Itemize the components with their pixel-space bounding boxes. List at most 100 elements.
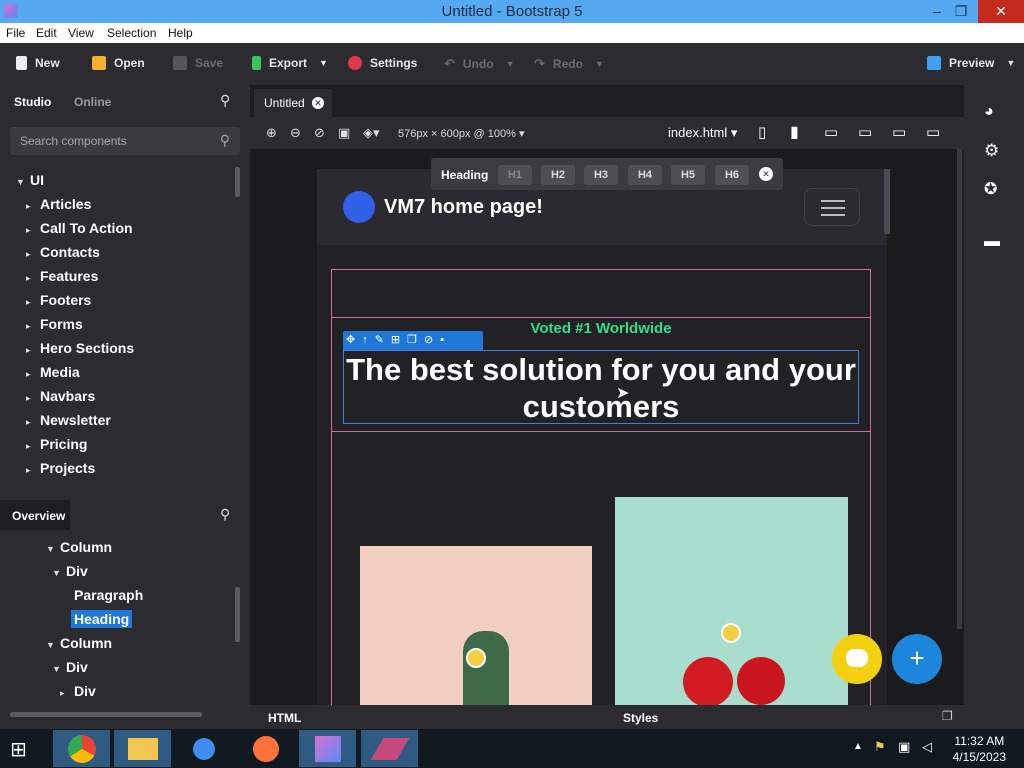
components-scrollbar[interactable]	[235, 167, 240, 197]
desktop-view-icon[interactable]: ▭	[892, 123, 906, 141]
h2-button[interactable]: H2	[541, 165, 575, 185]
save-button[interactable]: Save	[173, 56, 223, 70]
search-icon[interactable]: ⚲	[220, 506, 230, 523]
tree-root-ui[interactable]: ▼ UI	[16, 172, 44, 188]
laptop-view-icon[interactable]: ▭	[858, 123, 872, 141]
feather-task[interactable]	[361, 730, 418, 767]
tablet-landscape-icon[interactable]: ▭	[824, 123, 838, 141]
tab-untitled[interactable]: Untitled ✕	[254, 89, 332, 117]
chrome-task[interactable]	[53, 730, 110, 767]
mobile-view-icon[interactable]: ▯	[758, 123, 766, 141]
flag-icon[interactable]: ⚑	[874, 739, 886, 755]
tablet-view-icon[interactable]: ▮	[790, 122, 799, 142]
overview-node[interactable]: ▼ Column	[46, 635, 112, 651]
tree-item[interactable]: ▸ Forms	[26, 316, 83, 332]
restore-button[interactable]: ❐	[944, 0, 978, 23]
overview-node[interactable]: Paragraph	[74, 587, 143, 603]
settings-button[interactable]: Settings	[348, 56, 417, 70]
bootstrap-studio-task[interactable]	[299, 730, 356, 767]
horizontal-scrollbar[interactable]	[10, 712, 202, 717]
styles-tab[interactable]: Styles	[623, 711, 658, 725]
tray-chevron-icon[interactable]: ▲	[853, 741, 863, 752]
overview-scrollbar[interactable]	[235, 587, 240, 642]
headline[interactable]: The best solution for you and your custo…	[343, 350, 859, 424]
search-icon[interactable]: ⚲	[220, 92, 230, 109]
tree-item[interactable]: ▸ Media	[26, 364, 80, 380]
tree-item[interactable]: ▸ Hero Sections	[26, 340, 134, 356]
firefox-task[interactable]	[237, 730, 294, 767]
layers-icon[interactable]: ◈▾	[363, 125, 380, 141]
gear-icon[interactable]: ⚙	[984, 141, 1002, 160]
page-select[interactable]: index.html ▾	[668, 125, 737, 141]
h1-button[interactable]: H1	[498, 165, 532, 185]
overview-node[interactable]: ▸ Div	[60, 683, 96, 699]
canvas-scrollbar[interactable]	[884, 169, 890, 234]
tree-item[interactable]: ▸ Articles	[26, 196, 91, 212]
app-task[interactable]	[175, 730, 232, 767]
tree-item[interactable]: ▸ Projects	[26, 460, 95, 476]
tree-item[interactable]: ▸ Footers	[26, 292, 91, 308]
add-button[interactable]: +	[892, 634, 942, 684]
file-icon	[16, 56, 27, 70]
volume-icon[interactable]: ◁	[922, 739, 932, 755]
tree-item[interactable]: ▸ Call To Action	[26, 220, 133, 236]
section-outline[interactable]	[331, 269, 871, 318]
menu-view[interactable]: View	[68, 26, 94, 40]
close-tab-icon[interactable]: ✕	[312, 97, 324, 109]
redo-button[interactable]: ↷ Redo ▼	[534, 56, 604, 72]
h3-button[interactable]: H3	[584, 165, 618, 185]
windows-start-icon[interactable]: ⊞	[10, 737, 27, 762]
export-button[interactable]: Export ▼	[252, 56, 328, 70]
cactus-image[interactable]	[360, 546, 592, 705]
expand-icon[interactable]: ❐	[942, 709, 953, 723]
menu-selection[interactable]: Selection	[107, 26, 156, 40]
html-tab[interactable]: HTML	[268, 711, 301, 725]
overview-node[interactable]: ▼ Div	[52, 659, 88, 675]
canvas-size-label[interactable]: 576px × 600px @ 100% ▾	[398, 127, 524, 140]
overview-node[interactable]: ▼ Div	[52, 563, 88, 579]
canvas-scrollbar[interactable]	[957, 149, 962, 629]
network-icon[interactable]: ▣	[898, 739, 910, 755]
tree-item[interactable]: ▸ Features	[26, 268, 98, 284]
star-icon[interactable]: ✪	[984, 179, 1002, 198]
h4-button[interactable]: H4	[628, 165, 662, 185]
undo-button[interactable]: ↶ Undo ▼	[444, 56, 514, 72]
cherries-image[interactable]	[615, 497, 848, 705]
zoom-out-icon[interactable]: ⊖	[290, 125, 301, 141]
open-button[interactable]: Open	[92, 56, 145, 70]
new-button[interactable]: New	[16, 56, 60, 70]
folder-icon[interactable]: ▬	[984, 233, 1002, 251]
chat-button[interactable]	[832, 634, 882, 684]
h6-button[interactable]: H6	[715, 165, 749, 185]
close-button[interactable]: ✕	[978, 0, 1024, 23]
component-search-input[interactable]: Search components ⚲	[10, 127, 240, 155]
navbar-toggler[interactable]	[804, 188, 860, 226]
clock[interactable]: 11:32 AM 4/15/2023	[953, 733, 1006, 765]
save-icon	[173, 56, 187, 70]
hotspot-dot[interactable]	[466, 648, 486, 668]
element-actions[interactable]: ✥↑✎⊞❐⊘▪	[346, 333, 451, 346]
main-toolbar: New Open Save Export ▼ Settings ↶ Undo ▼ ↷…	[0, 43, 1024, 85]
preview-button[interactable]: Preview ▼	[927, 56, 1015, 70]
tree-item[interactable]: ▸ Newsletter	[26, 412, 111, 428]
tree-item[interactable]: ▸ Pricing	[26, 436, 87, 452]
h5-button[interactable]: H5	[671, 165, 705, 185]
redo-icon: ↷	[534, 56, 545, 71]
menu-edit[interactable]: Edit	[36, 26, 57, 40]
hotspot-dot[interactable]	[721, 623, 741, 643]
menu-help[interactable]: Help	[168, 26, 193, 40]
tab-studio[interactable]: Studio	[14, 95, 51, 109]
overview-node-selected[interactable]: Heading	[71, 610, 133, 628]
tab-online[interactable]: Online	[74, 95, 111, 109]
explorer-task[interactable]	[114, 730, 171, 767]
fit-icon[interactable]: ▣	[338, 125, 350, 141]
menu-file[interactable]: File	[6, 26, 25, 40]
rotate-icon[interactable]: ⊘	[314, 125, 325, 141]
tree-item[interactable]: ▸ Contacts	[26, 244, 100, 260]
palette-icon[interactable]: ◕	[984, 103, 1002, 121]
close-icon[interactable]: ✕	[759, 167, 773, 181]
tree-item[interactable]: ▸ Navbars	[26, 388, 95, 404]
zoom-in-icon[interactable]: ⊕	[266, 125, 277, 141]
overview-node[interactable]: ▼ Column	[46, 539, 112, 555]
widescreen-view-icon[interactable]: ▭	[926, 123, 940, 141]
